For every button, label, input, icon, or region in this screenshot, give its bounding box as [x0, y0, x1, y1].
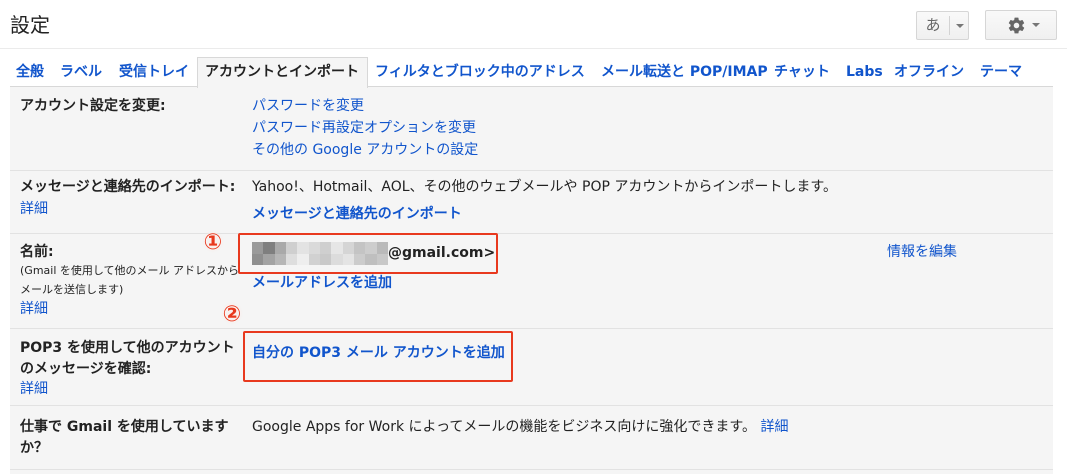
import-description: Yahoo!、Hotmail、AOL、その他のウェブメールや POP アカウント…	[252, 179, 837, 195]
settings-panel	[10, 86, 1053, 474]
work-label-line1: 仕事で Gmail を使用しています	[20, 419, 229, 435]
mosaic-block	[274, 242, 286, 254]
annotation-marker-2: ②	[222, 302, 242, 327]
tab-themes[interactable]: テーマ	[980, 62, 1022, 82]
row-divider	[10, 233, 1053, 234]
google-account-settings-link[interactable]: その他の Google アカウントの設定	[252, 141, 478, 159]
mosaic-block	[263, 242, 275, 254]
work-description-line: Google Apps for Work によってメールの機能をビジネス向けに強…	[252, 418, 788, 436]
redacted-name-mosaic	[252, 242, 388, 265]
change-recovery-options-link[interactable]: パスワード再設定オプションを変更	[252, 119, 476, 137]
mosaic-block	[331, 253, 343, 265]
name-note-line1: (Gmail を使用して他のメール アドレスから	[20, 264, 240, 277]
email-address: @gmail.com>	[388, 245, 496, 261]
tab-general[interactable]: 全般	[16, 62, 44, 82]
mosaic-block	[342, 253, 354, 265]
mosaic-block	[365, 253, 377, 265]
tab-inbox[interactable]: 受信トレイ	[119, 62, 189, 82]
tab-chat[interactable]: チャット	[774, 62, 830, 82]
import-learn-more-link[interactable]: 詳細	[20, 200, 48, 218]
add-pop3-account-link[interactable]: 自分の POP3 メール アカウントを追加	[252, 344, 505, 362]
mosaic-block	[308, 253, 320, 265]
mosaic-block	[319, 253, 332, 265]
mosaic-block	[365, 242, 377, 254]
tab-offline[interactable]: オフライン	[894, 62, 964, 82]
mosaic-block	[376, 242, 388, 254]
mosaic-block	[353, 253, 366, 265]
input-tools-button[interactable]: あ	[916, 11, 969, 40]
input-tools-label: あ	[925, 16, 941, 34]
mosaic-block	[353, 242, 366, 254]
import-label: メッセージと連絡先のインポート:	[20, 179, 236, 195]
change-password-link[interactable]: パスワードを変更	[252, 97, 364, 115]
row-divider	[10, 469, 1053, 470]
work-label-line2: か？	[20, 440, 48, 456]
name-note-line2: メールを送信します)	[20, 283, 124, 296]
settings-gear-button[interactable]	[985, 10, 1057, 40]
mosaic-block	[297, 242, 309, 254]
tab-accounts-and-import[interactable]: アカウントとインポート	[205, 62, 359, 82]
mosaic-block	[252, 242, 264, 254]
mosaic-block	[297, 253, 309, 265]
pop3-label-line2: のメッセージを確認:	[20, 361, 152, 377]
gear-icon	[1008, 17, 1025, 34]
tab-labs[interactable]: Labs	[846, 62, 883, 82]
header-divider	[0, 48, 1067, 49]
row-divider	[10, 405, 1053, 406]
mosaic-block	[263, 253, 275, 265]
chevron-down-icon[interactable]	[956, 24, 964, 28]
row-divider	[10, 328, 1053, 329]
chevron-down-icon	[1032, 23, 1040, 27]
button-divider	[949, 16, 950, 35]
pop3-learn-more-link[interactable]: 詳細	[20, 380, 48, 398]
name-learn-more-link[interactable]: 詳細	[20, 300, 48, 318]
mosaic-block	[331, 242, 343, 254]
name-label: 名前:	[20, 244, 54, 260]
work-description: Google Apps for Work によってメールの機能をビジネス向けに強…	[252, 419, 756, 435]
mosaic-block	[376, 253, 388, 265]
mosaic-block	[274, 253, 286, 265]
mosaic-block	[308, 242, 320, 254]
pop3-label-line1: POP3 を使用して他のアカウント	[20, 340, 235, 356]
mosaic-block	[285, 242, 298, 254]
tab-forwarding-pop-imap[interactable]: メール転送と POP/IMAP	[601, 62, 768, 82]
annotation-marker-1: ①	[203, 230, 223, 255]
add-email-address-link[interactable]: メールアドレスを追加	[252, 274, 392, 292]
row-divider	[10, 170, 1053, 171]
work-learn-more-link[interactable]: 詳細	[760, 419, 788, 435]
edit-info-link[interactable]: 情報を編集	[887, 243, 957, 261]
tab-labels[interactable]: ラベル	[60, 62, 102, 82]
mosaic-block	[342, 242, 354, 254]
tab-filters-and-blocked[interactable]: フィルタとブロック中のアドレス	[375, 62, 585, 82]
mosaic-block	[285, 253, 298, 265]
mosaic-block	[319, 242, 332, 254]
page-title: 設定	[10, 13, 50, 37]
mosaic-block	[252, 253, 264, 265]
import-mail-and-contacts-link[interactable]: メッセージと連絡先のインポート	[252, 205, 462, 223]
account-settings-label: アカウント設定を変更:	[20, 98, 166, 114]
